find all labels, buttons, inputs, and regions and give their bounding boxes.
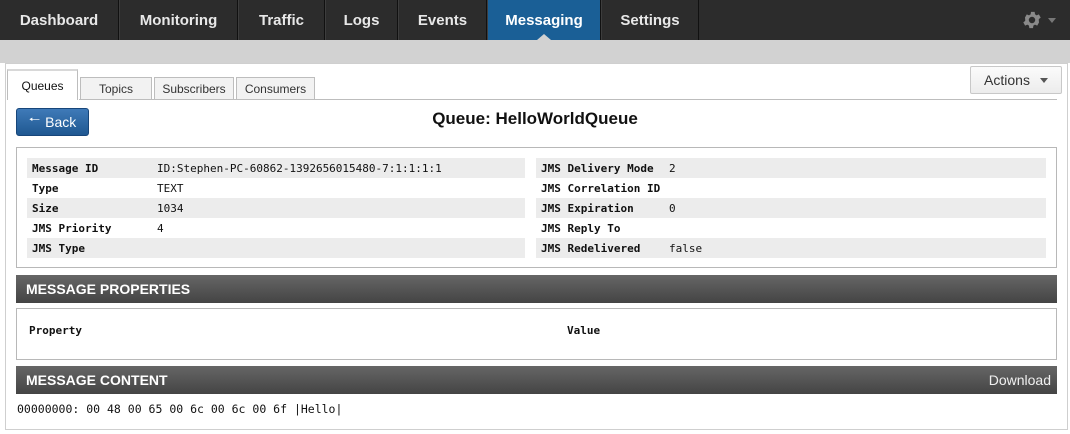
header-key: JMS Type <box>32 241 85 255</box>
header-row: JMS Redelivered false <box>536 238 1046 258</box>
nav-monitoring[interactable]: Monitoring <box>119 0 238 40</box>
tab-topics[interactable]: Topics <box>80 77 152 100</box>
column-header-value: Value <box>567 324 601 337</box>
nav-dashboard[interactable]: Dashboard <box>0 0 119 40</box>
gear-icon <box>1023 11 1041 29</box>
settings-menu[interactable] <box>1021 9 1056 31</box>
header-key: JMS Reply To <box>541 221 621 235</box>
tab-queues[interactable]: Queues <box>7 69 78 100</box>
tab-subscribers[interactable]: Subscribers <box>154 77 234 100</box>
message-properties-table: Property Value <box>16 308 1057 360</box>
actions-label: Actions <box>984 72 1030 88</box>
header-key: JMS Correlation ID <box>541 181 661 195</box>
header-row: Type TEXT <box>27 178 525 198</box>
header-row: JMS Expiration 0 <box>536 198 1046 218</box>
header-value: TEXT <box>157 181 184 195</box>
chevron-down-icon <box>1048 17 1056 23</box>
tab-consumers[interactable]: Consumers <box>236 77 315 100</box>
chevron-down-icon <box>1039 77 1048 83</box>
nav-messaging[interactable]: Messaging <box>487 0 601 40</box>
header-value: 0 <box>669 201 676 215</box>
messaging-tabs: Queues Topics Subscribers Consumers <box>7 68 317 100</box>
section-title: MESSAGE PROPERTIES <box>26 281 191 297</box>
nav-settings[interactable]: Settings <box>601 0 699 40</box>
nav-logs[interactable]: Logs <box>325 0 398 40</box>
header-row: Size 1034 <box>27 198 525 218</box>
header-row: JMS Priority 4 <box>27 218 525 238</box>
nav-traffic[interactable]: Traffic <box>238 0 325 40</box>
message-properties-header: MESSAGE PROPERTIES <box>16 275 1057 303</box>
message-content-header: MESSAGE CONTENT Download <box>16 366 1057 394</box>
header-value: false <box>669 241 703 255</box>
header-row: JMS Reply To <box>536 218 1046 238</box>
header-row: Message ID ID:Stephen-PC-60862-139265601… <box>27 158 525 178</box>
header-key: JMS Expiration <box>541 201 634 215</box>
header-row: JMS Type <box>27 238 525 258</box>
header-value: 4 <box>157 221 164 235</box>
message-content-hex: 00000000: 00 48 00 65 00 6c 00 6c 00 6f … <box>17 402 343 416</box>
header-value: 2 <box>669 161 676 175</box>
header-key: JMS Priority <box>32 221 112 235</box>
tab-divider <box>79 99 1057 100</box>
header-row: JMS Delivery Mode 2 <box>536 158 1046 178</box>
header-value: 1034 <box>157 201 184 215</box>
header-row: JMS Correlation ID <box>536 178 1046 198</box>
section-title: MESSAGE CONTENT <box>26 372 168 388</box>
top-navigation: Dashboard Monitoring Traffic Logs Events… <box>0 0 1070 40</box>
header-key: Size <box>32 201 59 215</box>
actions-dropdown[interactable]: Actions <box>970 66 1062 94</box>
header-value: ID:Stephen-PC-60862-1392656015480-7:1:1:… <box>157 161 442 175</box>
header-key: JMS Redelivered <box>541 241 641 255</box>
nav-events[interactable]: Events <box>398 0 487 40</box>
column-header-property: Property <box>29 324 82 337</box>
download-link[interactable]: Download <box>989 372 1051 388</box>
header-key: Message ID <box>32 161 99 175</box>
header-key: JMS Delivery Mode <box>541 161 654 175</box>
page-title: Queue: HelloWorldQueue <box>432 109 638 128</box>
header-band <box>0 40 1070 63</box>
header-key: Type <box>32 181 59 195</box>
